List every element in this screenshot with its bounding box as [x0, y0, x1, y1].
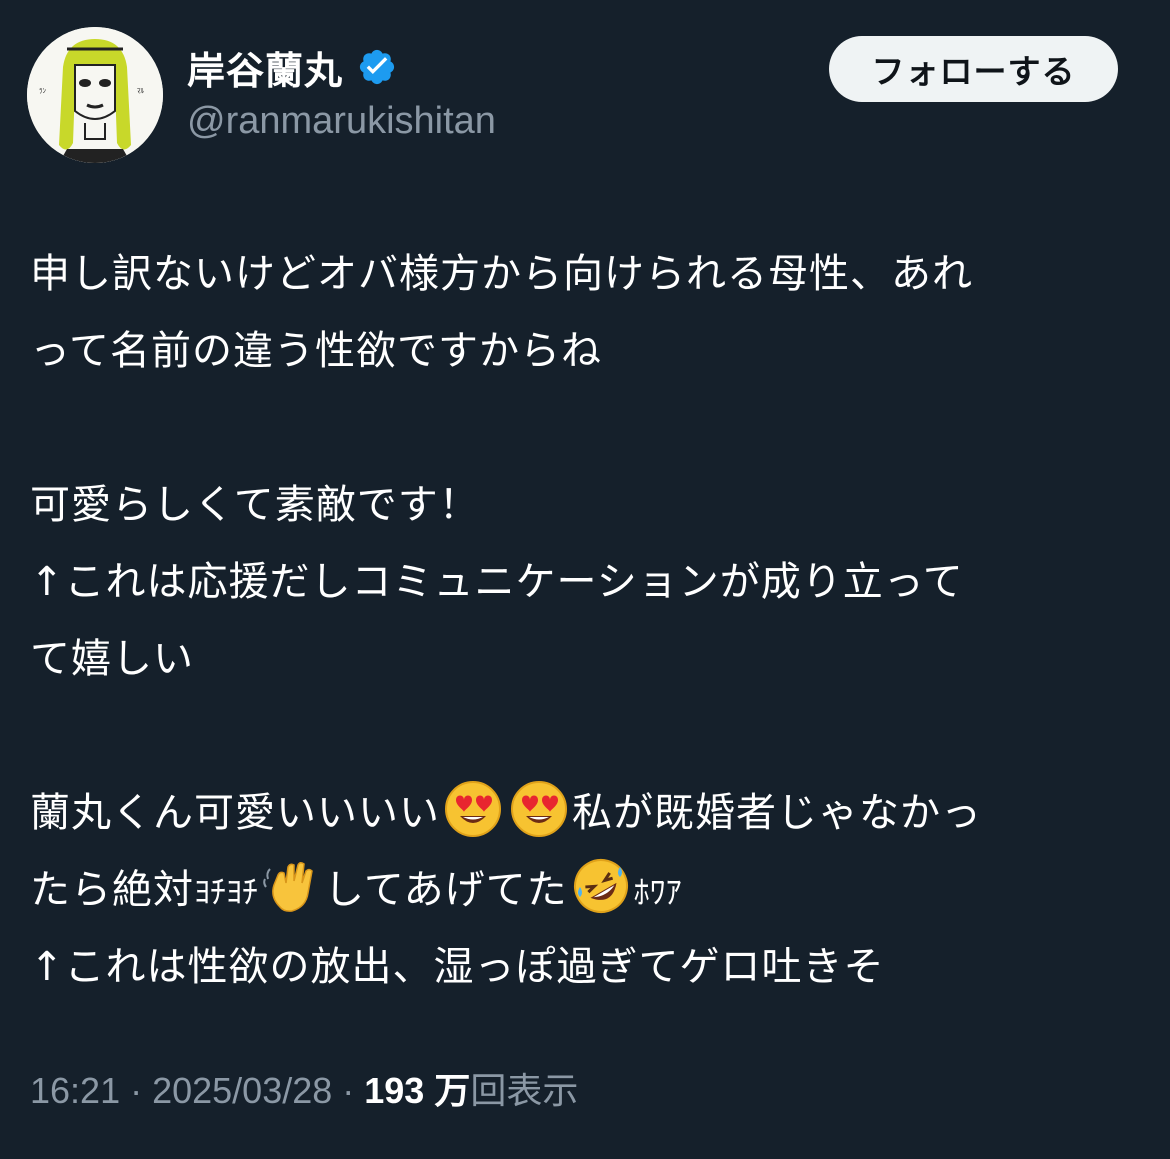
tweet-text-line: って名前の違う性欲ですからね: [30, 328, 602, 374]
tweet-text-line: て嬉しい: [30, 636, 194, 682]
tweet-text-line: ↑これは性欲の放出、湿っぽ過ぎてゲロ吐きそ: [30, 944, 885, 990]
tweet-text-segment: してあげてた: [324, 867, 568, 913]
svg-text:ﾏﾙ: ﾏﾙ: [137, 87, 144, 95]
tweet-text-line: 蘭丸くん可愛いいいい 私が既婚者じゃなかっ: [30, 775, 1140, 852]
tweet-text-segment: ﾖﾁﾖﾁ: [194, 873, 259, 911]
tweet-text-line: ↑これは応援だしコミュニケーションが成り立って: [30, 559, 964, 605]
tweet-header: ﾗﾝ ﾏﾙ 岸谷蘭丸 @ranmarukishitan フォローする: [0, 0, 1170, 190]
view-label: 回表示: [470, 1070, 579, 1111]
tweet-text-segment: ﾎﾜｱ: [633, 873, 682, 911]
tweet-text-segment: 私が既婚者じゃなかっ: [572, 790, 982, 836]
tweet-text-line: 申し訳ないけどオバ様方から向けられる母性、あれ: [30, 251, 973, 297]
tweet-text-line: 可愛らしくて素敵です！: [30, 482, 480, 528]
verified-badge-icon: [357, 47, 397, 87]
author-display-name[interactable]: 岸谷蘭丸: [187, 40, 343, 95]
tweet-text-segment: 蘭丸くん可愛いいいい: [30, 790, 440, 836]
svg-text:ﾗﾝ: ﾗﾝ: [39, 87, 46, 95]
tweet-metadata: 16:21 · 2025/03/28 · 193 万回表示: [30, 1062, 578, 1114]
avatar-illustration-icon: ﾗﾝ ﾏﾙ: [27, 27, 163, 163]
author-avatar[interactable]: ﾗﾝ ﾏﾙ: [27, 27, 163, 163]
tweet-timestamp[interactable]: 16:21 · 2025/03/28 ·: [30, 1070, 364, 1111]
tweet-text-line: たら絶対ﾖﾁﾖﾁ してあげてた ﾎﾜｱ: [30, 852, 1140, 929]
tweet-text-segment: たら絶対: [30, 867, 194, 913]
heart-eyes-emoji-icon: [510, 780, 568, 838]
waving-hand-emoji-icon: [262, 857, 320, 915]
author-name-row: 岸谷蘭丸: [187, 36, 397, 98]
author-handle[interactable]: @ranmarukishitan: [187, 100, 496, 143]
tweet-text: 申し訳ないけどオバ様方から向けられる母性、あれ って名前の違う性欲ですからね 可…: [30, 236, 1140, 1006]
view-count: 193 万: [364, 1070, 471, 1111]
follow-button[interactable]: フォローする: [829, 36, 1118, 102]
rolling-laughing-emoji-icon: [572, 857, 630, 915]
heart-eyes-emoji-icon: [444, 780, 502, 838]
